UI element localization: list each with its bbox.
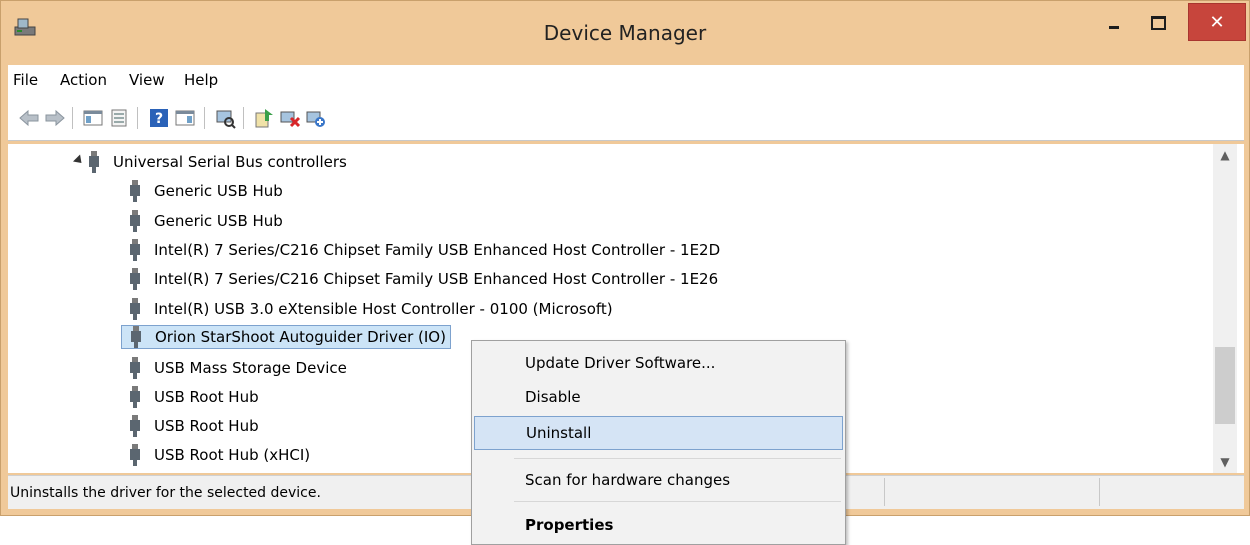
context-menu: Update Driver Software... Disable Uninst… <box>471 340 846 545</box>
usb-connector-icon <box>130 444 140 466</box>
usb-connector-icon <box>130 298 140 320</box>
toolbar-separator <box>243 107 244 129</box>
tree-category-usb-controllers[interactable]: Universal Serial Bus controllers <box>72 150 347 174</box>
tree-item-label: USB Root Hub (xHCI) <box>154 446 311 464</box>
tree-item[interactable]: Intel(R) 7 Series/C216 Chipset Family US… <box>129 238 720 262</box>
toolbar: ? <box>8 97 1244 141</box>
usb-connector-icon <box>130 386 140 408</box>
window-title: Device Manager <box>543 21 707 45</box>
usb-connector-icon <box>130 210 140 232</box>
show-action-pane-icon[interactable] <box>174 107 196 129</box>
toolbar-separator <box>137 107 138 129</box>
enable-device-icon[interactable] <box>305 107 327 129</box>
vertical-scrollbar[interactable]: ▲ ▼ <box>1213 144 1237 473</box>
tree-item-selected[interactable]: Orion StarShoot Autoguider Driver (IO) <box>121 325 451 349</box>
status-divider <box>884 478 885 506</box>
uninstall-device-icon[interactable] <box>279 107 301 129</box>
toolbar-separator <box>72 107 73 129</box>
toolbar-separator <box>204 107 205 129</box>
tree-item[interactable]: Generic USB Hub <box>129 209 283 233</box>
tree-item-label: Generic USB Hub <box>154 182 283 200</box>
tree-item-label: USB Root Hub <box>154 388 259 406</box>
scroll-up-arrow-icon[interactable]: ▲ <box>1213 144 1237 166</box>
status-divider <box>1099 478 1100 506</box>
usb-connector-icon <box>131 326 141 348</box>
tree-item-label: Intel(R) 7 Series/C216 Chipset Family US… <box>154 270 719 288</box>
context-menu-disable[interactable]: Disable <box>474 380 843 414</box>
tree-item-label: Orion StarShoot Autoguider Driver (IO) <box>155 328 446 346</box>
tree-category-label: Universal Serial Bus controllers <box>113 153 347 171</box>
scrollbar-thumb[interactable] <box>1215 347 1235 424</box>
context-menu-separator <box>514 458 841 459</box>
context-menu-separator <box>514 501 841 502</box>
scan-hardware-icon[interactable] <box>214 107 236 129</box>
usb-connector-icon <box>130 357 140 379</box>
tree-item[interactable]: Generic USB Hub <box>129 179 283 203</box>
tree-item-label: Intel(R) 7 Series/C216 Chipset Family US… <box>154 241 721 259</box>
context-menu-scan-hardware[interactable]: Scan for hardware changes <box>474 463 843 497</box>
tree-item[interactable]: Intel(R) USB 3.0 eXtensible Host Control… <box>129 297 613 321</box>
usb-connector-icon <box>89 151 99 173</box>
help-icon[interactable]: ? <box>148 107 170 129</box>
menu-view[interactable]: View <box>129 71 165 89</box>
properties-icon[interactable] <box>108 107 130 129</box>
tree-item[interactable]: USB Root Hub <box>129 385 259 409</box>
tree-item-label: Intel(R) USB 3.0 eXtensible Host Control… <box>154 300 613 318</box>
forward-arrow-icon[interactable] <box>44 107 66 129</box>
maximize-button[interactable] <box>1141 4 1175 42</box>
tree-item[interactable]: USB Root Hub <box>129 414 259 438</box>
tree-item[interactable]: USB Root Hub (xHCI) <box>129 443 310 467</box>
menu-help[interactable]: Help <box>184 71 218 89</box>
menu-file[interactable]: File <box>13 71 38 89</box>
back-arrow-icon[interactable] <box>18 107 40 129</box>
show-hide-console-tree-icon[interactable] <box>82 107 104 129</box>
context-menu-uninstall[interactable]: Uninstall <box>474 416 843 450</box>
tree-item-label: USB Root Hub <box>154 417 259 435</box>
usb-connector-icon <box>130 239 140 261</box>
update-driver-icon[interactable] <box>253 107 275 129</box>
tree-item[interactable]: Intel(R) 7 Series/C216 Chipset Family US… <box>129 267 718 291</box>
usb-connector-icon <box>130 268 140 290</box>
context-menu-properties[interactable]: Properties <box>474 508 843 542</box>
title-bar[interactable]: Device Manager ✕ <box>1 1 1249 55</box>
maximize-icon <box>1150 16 1166 30</box>
tree-item-label: USB Mass Storage Device <box>154 359 347 377</box>
minimize-icon <box>1109 25 1119 29</box>
status-text: Uninstalls the driver for the selected d… <box>10 485 321 501</box>
minimize-button[interactable] <box>1099 4 1129 42</box>
tree-item-label: Generic USB Hub <box>154 212 283 230</box>
menu-bar: File Action View Help <box>8 65 1244 97</box>
collapse-arrow-icon[interactable] <box>72 154 86 167</box>
context-menu-update-driver[interactable]: Update Driver Software... <box>474 346 843 380</box>
menu-action[interactable]: Action <box>60 71 107 89</box>
svg-text:?: ? <box>155 111 163 127</box>
close-icon: ✕ <box>1209 11 1225 33</box>
scroll-down-arrow-icon[interactable]: ▼ <box>1213 451 1237 473</box>
close-button[interactable]: ✕ <box>1188 3 1246 41</box>
tree-item[interactable]: USB Mass Storage Device <box>129 356 347 380</box>
usb-connector-icon <box>130 415 140 437</box>
usb-connector-icon <box>130 180 140 202</box>
